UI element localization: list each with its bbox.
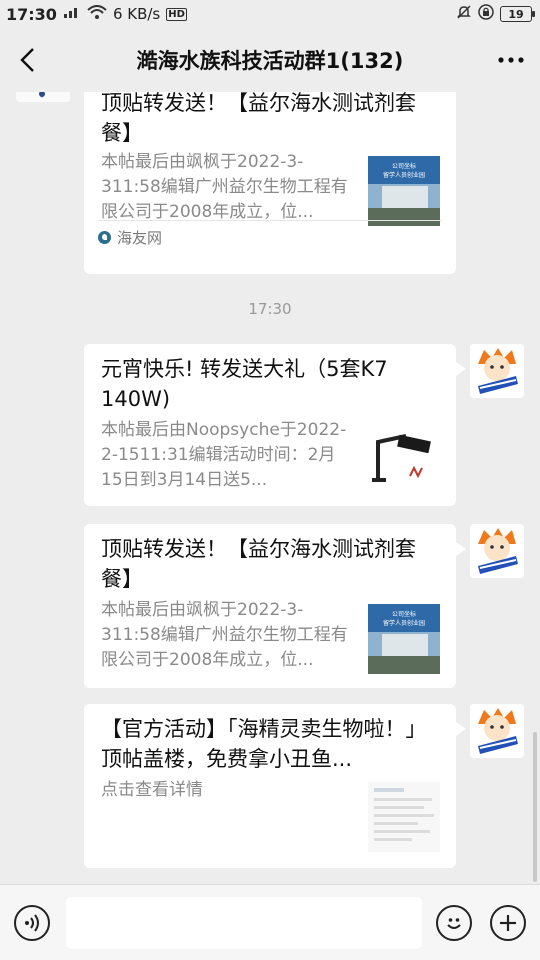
emoji-button[interactable] (436, 905, 472, 941)
thumb-text: 留学人员创业园 (383, 619, 425, 627)
chat-area[interactable]: 顶贴转发送！【益尔海水测试剂套餐】 本帖最后由飒枫于2022-3-311:58编… (0, 92, 540, 884)
card-title: 顶贴转发送！【益尔海水测试剂套餐】 (101, 537, 416, 591)
source-logo-icon (98, 231, 111, 244)
card-title: 【官方活动】「海精灵卖生物啦！」顶帖盖楼，免费拿小丑鱼... (101, 717, 427, 771)
emoji-icon (447, 918, 461, 929)
card-thumbnail: 公司坐标 留学人员创业园 (368, 604, 440, 674)
avatar[interactable] (470, 524, 524, 578)
scrollbar[interactable] (533, 732, 537, 882)
card-description: 本帖最后由Noopsyche于2022-2-1511:31编辑活动时间：2月15… (101, 420, 347, 490)
status-time: 17:30 (6, 4, 57, 24)
chat-header: 澔海水族科技活动群1(132) (0, 28, 540, 92)
card-description: 本帖最后由飒枫于2022-3-311:58编辑广州益尔生物工程有限公司于2008… (101, 600, 348, 670)
card-description: 点击查看详情 (101, 780, 203, 800)
link-card-message[interactable]: 【官方活动】「海精灵卖生物啦！」顶帖盖楼，免费拿小丑鱼... 点击查看详情 (84, 704, 466, 868)
card-source: 海友网 (98, 220, 442, 254)
battery-indicator: 19 (500, 6, 535, 22)
net-speed: 6 KB/s (112, 5, 161, 23)
link-card-message[interactable]: 顶贴转发送！【益尔海水测试剂套餐】 本帖最后由飒枫于2022-3-311:58编… (84, 524, 466, 688)
add-icon (500, 915, 516, 931)
back-button[interactable] (12, 44, 42, 76)
avatar[interactable] (470, 704, 524, 758)
lock-icon (478, 4, 494, 24)
chat-title: 澔海水族科技活动群1(132) (136, 49, 404, 73)
message-timestamp: 17:30 (248, 300, 292, 318)
add-button[interactable] (490, 905, 526, 941)
status-bar: 17:30 6 KB/s HD 19 (0, 0, 540, 28)
thumb-text: 留学人员创业园 (383, 171, 425, 179)
avatar[interactable] (470, 344, 524, 398)
link-card-message[interactable]: 元宵快乐! 转发送大礼（5套K7 140W) 本帖最后由Noopsyche于20… (84, 344, 466, 506)
thumb-text: 公司坐标 (392, 610, 416, 618)
avatar[interactable] (16, 92, 70, 102)
signal-icon (63, 5, 81, 23)
hd-badge: HD (166, 7, 187, 21)
card-title: 元宵快乐! 转发送大礼（5套K7 140W) (101, 357, 388, 411)
thumb-text: 公司坐标 (392, 162, 416, 170)
voice-button[interactable] (14, 905, 50, 941)
mute-bell-icon (456, 4, 472, 24)
link-card-message[interactable]: 顶贴转发送！【益尔海水测试剂套餐】 本帖最后由飒枫于2022-3-311:58编… (84, 92, 456, 274)
card-thumbnail (368, 782, 440, 852)
input-bar (0, 884, 540, 960)
card-title: 顶贴转发送！【益尔海水测试剂套餐】 (101, 92, 416, 145)
card-description: 本帖最后由飒枫于2022-3-311:58编辑广州益尔生物工程有限公司于2008… (101, 152, 348, 222)
card-thumbnail: 公司坐标 留学人员创业园 (368, 156, 440, 226)
message-input[interactable] (66, 897, 422, 949)
wifi-icon (87, 5, 107, 23)
back-arrow-icon (20, 48, 34, 72)
more-button[interactable] (494, 44, 528, 76)
card-thumbnail (368, 424, 440, 494)
voice-icon (25, 914, 39, 932)
source-name: 海友网 (117, 229, 163, 247)
more-icon (498, 57, 524, 63)
